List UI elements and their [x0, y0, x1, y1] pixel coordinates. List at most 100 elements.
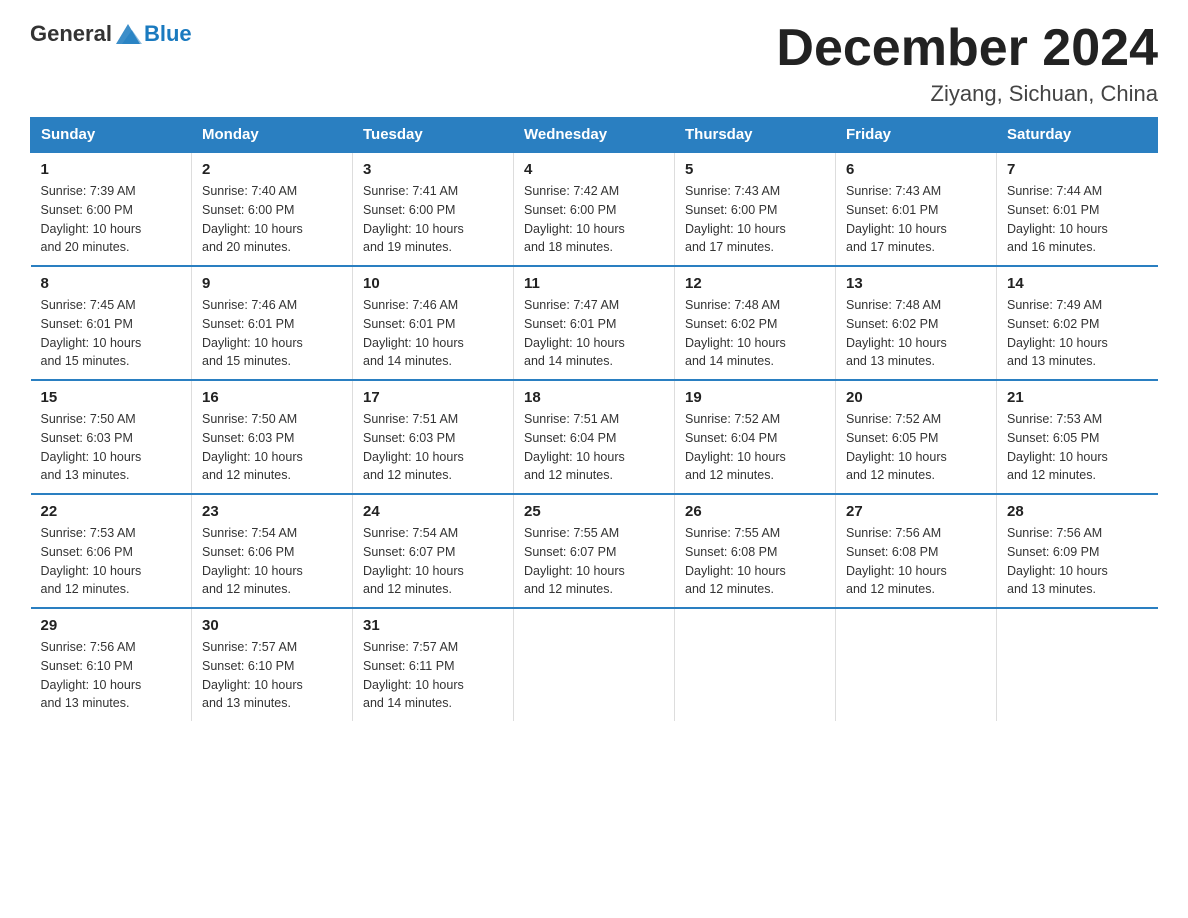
- calendar-week-2: 8Sunrise: 7:45 AMSunset: 6:01 PMDaylight…: [31, 266, 1158, 380]
- calendar-cell: 11Sunrise: 7:47 AMSunset: 6:01 PMDayligh…: [514, 266, 675, 380]
- day-number: 28: [1007, 503, 1148, 520]
- day-info: Sunrise: 7:49 AMSunset: 6:02 PMDaylight:…: [1007, 296, 1148, 371]
- calendar-cell: 2 Sunrise: 7:40 AMSunset: 6:00 PMDaylight…: [192, 152, 353, 266]
- calendar-cell: [836, 608, 997, 721]
- calendar-cell: 31 Sunrise: 7:57 AMSunset: 6:11 PMDayligh…: [353, 608, 514, 721]
- calendar-cell: 12 Sunrise: 7:48 AMSunset: 6:02 PMDayligh…: [675, 266, 836, 380]
- logo-general-text: General: [30, 21, 112, 47]
- day-number: 15: [41, 389, 182, 406]
- calendar-cell: 14 Sunrise: 7:49 AMSunset: 6:02 PMDayligh…: [997, 266, 1158, 380]
- day-number: 29: [41, 617, 182, 634]
- calendar-week-1: 1 Sunrise: 7:39 AMSunset: 6:00 PMDaylight…: [31, 152, 1158, 266]
- day-number: 16: [202, 389, 342, 406]
- day-info: Sunrise: 7:52 AMSunset: 6:05 PMDaylight:…: [846, 410, 986, 485]
- calendar-cell: 29 Sunrise: 7:56 AMSunset: 6:10 PMDayligh…: [31, 608, 192, 721]
- calendar-cell: 1 Sunrise: 7:39 AMSunset: 6:00 PMDaylight…: [31, 152, 192, 266]
- page-header: General Blue December 2024 Ziyang, Sichu…: [30, 20, 1158, 107]
- calendar-cell: 27 Sunrise: 7:56 AMSunset: 6:08 PMDayligh…: [836, 494, 997, 608]
- day-number: 26: [685, 503, 825, 520]
- calendar-cell: 22 Sunrise: 7:53 AMSunset: 6:06 PMDayligh…: [31, 494, 192, 608]
- calendar-cell: 7Sunrise: 7:44 AMSunset: 6:01 PMDaylight…: [997, 152, 1158, 266]
- day-info: Sunrise: 7:55 AMSunset: 6:08 PMDaylight:…: [685, 524, 825, 599]
- day-number: 20: [846, 389, 986, 406]
- day-number: 31: [363, 617, 503, 634]
- day-number: 1: [41, 161, 182, 178]
- calendar-cell: 17 Sunrise: 7:51 AMSunset: 6:03 PMDayligh…: [353, 380, 514, 494]
- calendar-cell: 5 Sunrise: 7:43 AMSunset: 6:00 PMDaylight…: [675, 152, 836, 266]
- col-header-wednesday: Wednesday: [514, 118, 675, 153]
- day-number: 13: [846, 275, 986, 292]
- calendar-cell: 28 Sunrise: 7:56 AMSunset: 6:09 PMDayligh…: [997, 494, 1158, 608]
- day-number: 14: [1007, 275, 1148, 292]
- logo-blue-text: Blue: [144, 21, 192, 47]
- day-info: Sunrise: 7:55 AMSunset: 6:07 PMDaylight:…: [524, 524, 664, 599]
- col-header-tuesday: Tuesday: [353, 118, 514, 153]
- col-header-saturday: Saturday: [997, 118, 1158, 153]
- month-title: December 2024: [776, 20, 1158, 77]
- day-info: Sunrise: 7:57 AMSunset: 6:11 PMDaylight:…: [363, 638, 503, 713]
- day-number: 2: [202, 161, 342, 178]
- day-number: 25: [524, 503, 664, 520]
- day-info: Sunrise: 7:57 AMSunset: 6:10 PMDaylight:…: [202, 638, 342, 713]
- calendar-week-4: 22 Sunrise: 7:53 AMSunset: 6:06 PMDayligh…: [31, 494, 1158, 608]
- day-info: Sunrise: 7:51 AMSunset: 6:04 PMDaylight:…: [524, 410, 664, 485]
- calendar-cell: 6Sunrise: 7:43 AMSunset: 6:01 PMDaylight…: [836, 152, 997, 266]
- calendar-cell: 21Sunrise: 7:53 AMSunset: 6:05 PMDayligh…: [997, 380, 1158, 494]
- day-info: Sunrise: 7:39 AMSunset: 6:00 PMDaylight:…: [41, 182, 182, 257]
- calendar-cell: [675, 608, 836, 721]
- col-header-monday: Monday: [192, 118, 353, 153]
- calendar-cell: [514, 608, 675, 721]
- day-info: Sunrise: 7:48 AMSunset: 6:02 PMDaylight:…: [846, 296, 986, 371]
- day-info: Sunrise: 7:54 AMSunset: 6:06 PMDaylight:…: [202, 524, 342, 599]
- day-info: Sunrise: 7:44 AMSunset: 6:01 PMDaylight:…: [1007, 182, 1148, 257]
- day-info: Sunrise: 7:56 AMSunset: 6:10 PMDaylight:…: [41, 638, 182, 713]
- day-number: 24: [363, 503, 503, 520]
- day-number: 19: [685, 389, 825, 406]
- day-number: 27: [846, 503, 986, 520]
- day-number: 17: [363, 389, 503, 406]
- day-info: Sunrise: 7:46 AMSunset: 6:01 PMDaylight:…: [363, 296, 503, 371]
- calendar-week-5: 29 Sunrise: 7:56 AMSunset: 6:10 PMDayligh…: [31, 608, 1158, 721]
- calendar-cell: 18 Sunrise: 7:51 AMSunset: 6:04 PMDayligh…: [514, 380, 675, 494]
- calendar-cell: [997, 608, 1158, 721]
- day-info: Sunrise: 7:50 AMSunset: 6:03 PMDaylight:…: [41, 410, 182, 485]
- day-info: Sunrise: 7:54 AMSunset: 6:07 PMDaylight:…: [363, 524, 503, 599]
- calendar-cell: 26 Sunrise: 7:55 AMSunset: 6:08 PMDayligh…: [675, 494, 836, 608]
- day-info: Sunrise: 7:48 AMSunset: 6:02 PMDaylight:…: [685, 296, 825, 371]
- calendar-cell: 9 Sunrise: 7:46 AMSunset: 6:01 PMDaylight…: [192, 266, 353, 380]
- day-info: Sunrise: 7:53 AMSunset: 6:06 PMDaylight:…: [41, 524, 182, 599]
- calendar-cell: 24 Sunrise: 7:54 AMSunset: 6:07 PMDayligh…: [353, 494, 514, 608]
- calendar-week-3: 15 Sunrise: 7:50 AMSunset: 6:03 PMDayligh…: [31, 380, 1158, 494]
- col-header-friday: Friday: [836, 118, 997, 153]
- day-info: Sunrise: 7:56 AMSunset: 6:08 PMDaylight:…: [846, 524, 986, 599]
- day-info: Sunrise: 7:42 AMSunset: 6:00 PMDaylight:…: [524, 182, 664, 257]
- calendar-cell: 13 Sunrise: 7:48 AMSunset: 6:02 PMDayligh…: [836, 266, 997, 380]
- day-info: Sunrise: 7:40 AMSunset: 6:00 PMDaylight:…: [202, 182, 342, 257]
- day-number: 5: [685, 161, 825, 178]
- day-info: Sunrise: 7:46 AMSunset: 6:01 PMDaylight:…: [202, 296, 342, 371]
- day-number: 4: [524, 161, 664, 178]
- day-info: Sunrise: 7:43 AMSunset: 6:00 PMDaylight:…: [685, 182, 825, 257]
- logo-icon: [114, 20, 142, 48]
- calendar-cell: 19 Sunrise: 7:52 AMSunset: 6:04 PMDayligh…: [675, 380, 836, 494]
- header-row: SundayMondayTuesdayWednesdayThursdayFrid…: [31, 118, 1158, 153]
- day-number: 12: [685, 275, 825, 292]
- day-info: Sunrise: 7:47 AMSunset: 6:01 PMDaylight:…: [524, 296, 664, 371]
- day-info: Sunrise: 7:56 AMSunset: 6:09 PMDaylight:…: [1007, 524, 1148, 599]
- day-info: Sunrise: 7:52 AMSunset: 6:04 PMDaylight:…: [685, 410, 825, 485]
- day-info: Sunrise: 7:51 AMSunset: 6:03 PMDaylight:…: [363, 410, 503, 485]
- day-number: 18: [524, 389, 664, 406]
- day-info: Sunrise: 7:50 AMSunset: 6:03 PMDaylight:…: [202, 410, 342, 485]
- day-number: 9: [202, 275, 342, 292]
- calendar-cell: 16 Sunrise: 7:50 AMSunset: 6:03 PMDayligh…: [192, 380, 353, 494]
- day-info: Sunrise: 7:41 AMSunset: 6:00 PMDaylight:…: [363, 182, 503, 257]
- calendar-cell: 4 Sunrise: 7:42 AMSunset: 6:00 PMDaylight…: [514, 152, 675, 266]
- day-info: Sunrise: 7:45 AMSunset: 6:01 PMDaylight:…: [41, 296, 182, 371]
- day-number: 10: [363, 275, 503, 292]
- calendar-cell: 20 Sunrise: 7:52 AMSunset: 6:05 PMDayligh…: [836, 380, 997, 494]
- day-number: 22: [41, 503, 182, 520]
- day-info: Sunrise: 7:43 AMSunset: 6:01 PMDaylight:…: [846, 182, 986, 257]
- calendar-cell: 15 Sunrise: 7:50 AMSunset: 6:03 PMDayligh…: [31, 380, 192, 494]
- calendar-table: SundayMondayTuesdayWednesdayThursdayFrid…: [30, 117, 1158, 721]
- calendar-cell: 3Sunrise: 7:41 AMSunset: 6:00 PMDaylight…: [353, 152, 514, 266]
